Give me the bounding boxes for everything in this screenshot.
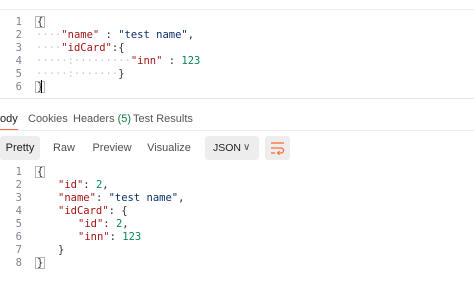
- code-text: "idCard": {: [58, 205, 128, 218]
- viewer-line: 4 "idCard": {: [0, 205, 474, 218]
- json-punc: :: [109, 231, 123, 243]
- json-key: "idCard": [61, 42, 112, 54]
- line-number: 8: [15, 257, 22, 269]
- format-select-value: JSON: [213, 142, 242, 154]
- json-number: 123: [181, 55, 201, 67]
- json-punc: ,: [178, 192, 185, 204]
- tabs-divider: [0, 130, 474, 131]
- editor-line: 3 ····"idCard":{: [0, 42, 474, 55]
- json-punc: ,: [122, 218, 129, 230]
- tab-headers[interactable]: Headers (5): [73, 108, 131, 130]
- headers-count-badge: (5): [117, 113, 132, 125]
- editor-line: 6 }: [0, 81, 474, 94]
- pretty-button[interactable]: Pretty: [0, 136, 40, 160]
- code-text: "name": "test name",: [58, 192, 184, 205]
- tab-cookies[interactable]: Cookies: [28, 108, 68, 130]
- json-key: "id": [78, 218, 104, 230]
- indent-guide: ····: [36, 29, 62, 41]
- json-number: 123: [122, 231, 142, 243]
- line-number: 1: [15, 166, 22, 178]
- code-text: "inn": 123: [78, 231, 141, 244]
- editor-line: 2 ····"name" : "test name",: [0, 29, 474, 42]
- format-select[interactable]: JSON ∨: [205, 136, 259, 160]
- viewer-line: 8 }: [0, 257, 474, 270]
- line-number: 4: [15, 55, 22, 67]
- line-number: 2: [15, 29, 22, 41]
- json-string: "test name": [118, 29, 188, 41]
- visualize-button[interactable]: Visualize: [142, 136, 196, 160]
- brace-open: {: [35, 166, 46, 178]
- code-text: }: [58, 244, 64, 257]
- json-punc: :: [162, 55, 182, 67]
- indent-guide: ····: [36, 42, 62, 54]
- code-text: "id": 2,: [78, 218, 129, 231]
- wrap-lines-icon: [271, 142, 285, 155]
- viewer-line: 1 {: [0, 166, 474, 179]
- response-toolbar: Pretty Raw Preview Visualize JSON ∨: [0, 136, 474, 160]
- raw-button[interactable]: Raw: [46, 136, 82, 160]
- code-text: "id": 2,: [58, 179, 109, 192]
- viewer-line: 5 "id": 2,: [0, 218, 474, 231]
- indent-guide: ·····:·······: [36, 68, 119, 80]
- line-number: 6: [15, 231, 22, 243]
- json-key: "inn": [78, 231, 110, 243]
- json-punc: :{: [111, 42, 125, 54]
- line-number: 3: [15, 192, 22, 204]
- editor-line: 1 {: [0, 16, 474, 29]
- line-number: 2: [15, 179, 22, 191]
- json-key: "id": [58, 179, 84, 191]
- editor-divider: [0, 98, 474, 99]
- json-punc: :: [95, 192, 109, 204]
- line-number: 3: [15, 42, 22, 54]
- viewer-line: 3 "name": "test name",: [0, 192, 474, 205]
- code-text: ····"idCard":{: [36, 42, 125, 55]
- editor-line: 4 ·····:·········"inn" : 123: [0, 55, 474, 68]
- brace-open: {: [35, 16, 46, 28]
- line-number: 4: [15, 205, 22, 217]
- line-number: 5: [15, 68, 22, 80]
- json-punc: :: [99, 29, 119, 41]
- viewer-line: 2 "id": 2,: [0, 179, 474, 192]
- code-text: ····"name" : "test name",: [36, 29, 194, 42]
- line-number: 6: [15, 81, 22, 93]
- json-punc: ,: [187, 29, 195, 41]
- json-punc: : {: [108, 205, 128, 217]
- json-punc: :: [83, 179, 96, 191]
- json-key: "idCard": [58, 205, 109, 217]
- line-number: 1: [15, 16, 22, 28]
- json-key: "inn": [130, 55, 163, 67]
- code-text: ·····:·········"inn" : 123: [36, 55, 200, 68]
- code-text: {: [35, 16, 46, 29]
- viewer-line: 7 }: [0, 244, 474, 257]
- response-body-viewer[interactable]: 1 { 2 "id": 2, 3 "name": "test name", 4 …: [0, 166, 474, 270]
- top-divider: [0, 9, 474, 10]
- code-text: {: [35, 166, 46, 179]
- json-punc: ,: [102, 179, 109, 191]
- line-number: 5: [15, 218, 22, 230]
- code-text: ·····:·······}: [36, 68, 125, 81]
- json-string: "test name": [108, 192, 179, 204]
- editor-line: 5 ·····:·······}: [0, 68, 474, 81]
- json-key: "name": [58, 192, 96, 204]
- tab-body[interactable]: ody: [0, 108, 18, 130]
- chevron-down-icon: ∨: [243, 142, 251, 153]
- text-cursor: [41, 80, 42, 93]
- json-punc: }: [58, 244, 65, 256]
- preview-button[interactable]: Preview: [88, 136, 136, 160]
- brace-close: }: [35, 257, 46, 269]
- request-body-editor[interactable]: 1 { 2 ····"name" : "test name", 3 ····"i…: [0, 14, 474, 98]
- wrap-lines-button[interactable]: [265, 136, 290, 160]
- response-tabs: ody Cookies Headers (5) Test Results: [0, 108, 474, 131]
- json-key: "name": [61, 29, 100, 41]
- tab-test-results[interactable]: Test Results: [133, 108, 193, 130]
- tab-headers-label: Headers: [73, 113, 115, 125]
- json-punc: }: [118, 68, 125, 80]
- viewer-line: 6 "inn": 123: [0, 231, 474, 244]
- line-number: 7: [15, 244, 22, 256]
- json-punc: :: [103, 218, 116, 230]
- indent-guide: ·····:·········: [36, 55, 131, 67]
- code-text: }: [35, 257, 46, 270]
